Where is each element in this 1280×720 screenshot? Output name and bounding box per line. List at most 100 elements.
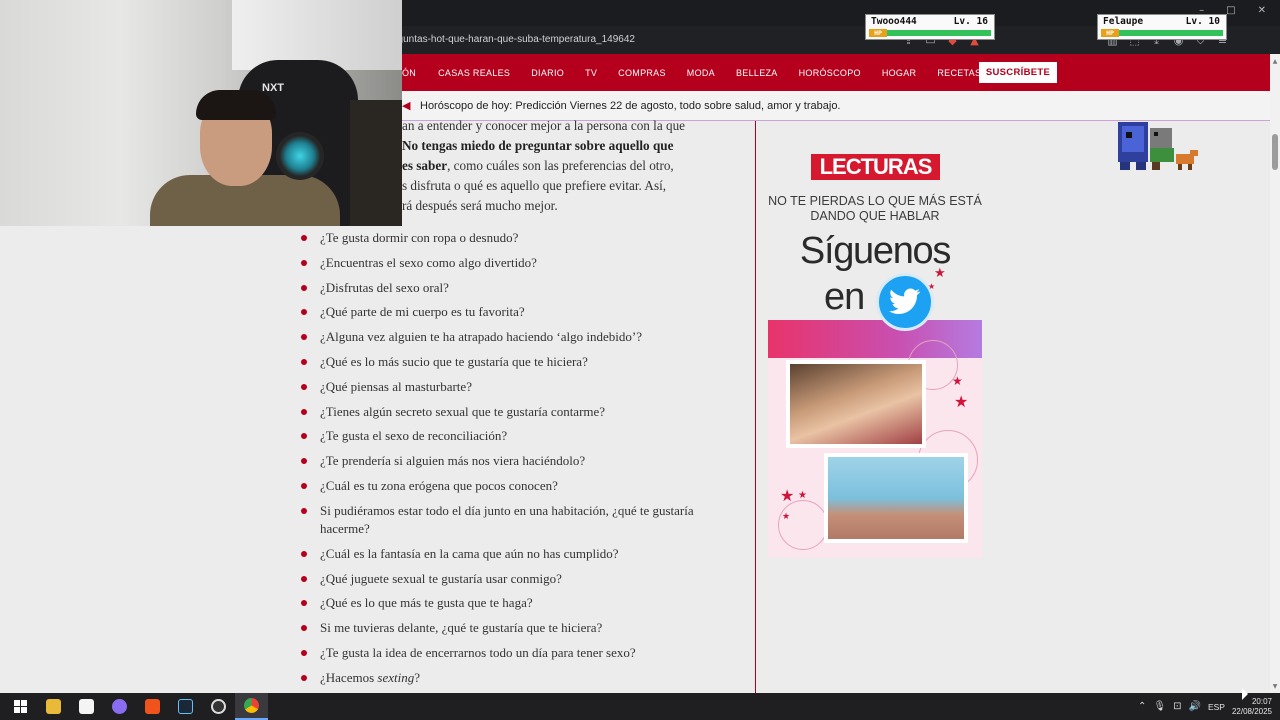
address-bar[interactable]: eguntas-hot-que-haran-que-suba-temperatu… <box>392 30 892 50</box>
taskbar-steam[interactable] <box>169 693 202 720</box>
headphone-icon <box>276 132 324 180</box>
player-level: Lv. 10 <box>1185 16 1220 27</box>
list-item: ¿Disfrutas del sexo oral? <box>300 279 740 297</box>
taskbar-apps <box>4 693 268 720</box>
clock[interactable]: 20:07 22/08/2025 <box>1232 697 1272 717</box>
brave-icon <box>145 699 160 714</box>
megaphone-icon: ◀ <box>402 99 411 112</box>
nav-item-hogar[interactable]: HOGAR <box>882 68 917 78</box>
webcam-overlay: NXT <box>0 0 402 226</box>
player-name: Felaupe <box>1103 16 1144 27</box>
scrollbar-thumb[interactable] <box>1272 134 1278 170</box>
list-item: ¿Te prendería si alguien más nos viera h… <box>300 452 740 470</box>
nav-item-horoscopo[interactable]: HORÓSCOPO <box>799 68 861 78</box>
windows-logo-icon <box>14 700 27 713</box>
webcam-person-hair <box>196 90 276 120</box>
taskbar-obs[interactable] <box>202 693 235 720</box>
language-indicator[interactable]: ESP <box>1208 702 1225 712</box>
windows-taskbar: ⌃ 🎙 ⊡ 🔊 ESP 20:07 22/08/2025 <box>0 693 1280 720</box>
list-item: Si me tuvieras delante, ¿qué te gustaría… <box>300 619 740 637</box>
intro-line: es saber, como cuáles son las preferenci… <box>402 158 674 174</box>
taskbar-brave[interactable] <box>136 693 169 720</box>
intro-line: rá después será mucho mejor. <box>402 198 558 213</box>
pixel-character-icon <box>1118 122 1198 170</box>
microphone-icon[interactable]: 🎙 <box>1153 701 1166 712</box>
mouse-cursor-icon <box>1242 688 1248 700</box>
nav-item-compras[interactable]: COMPRAS <box>618 68 666 78</box>
network-icon[interactable]: ⊡ <box>1173 701 1181 712</box>
nav-item-casas-reales[interactable]: CASAS REALES <box>438 68 510 78</box>
list-item: ¿Encuentras el sexo como algo divertido? <box>300 254 740 272</box>
star-icon: ★ <box>780 486 795 505</box>
intro-bold: No tengas miedo de preguntar sobre aquel… <box>402 138 674 153</box>
intro-line: s disfruta o qué es aquello que prefiere… <box>402 178 667 193</box>
star-icon: ★ <box>934 266 946 281</box>
lecturas-logo: LECTURAS <box>811 154 940 180</box>
clock-date: 22/08/2025 <box>1231 706 1272 716</box>
list-item: ¿Qué parte de mi cuerpo es tu favorita? <box>300 303 740 321</box>
list-item: ¿Hacemos sexting? <box>300 669 740 687</box>
star-icon: ★ <box>952 374 963 388</box>
taskbar-messenger[interactable] <box>103 693 136 720</box>
page-scrollbar[interactable]: ▲ ▼ <box>1270 54 1280 693</box>
nav-item-moda[interactable]: MODA <box>687 68 715 78</box>
nav-item-belleza[interactable]: BELLEZA <box>736 68 778 78</box>
start-button[interactable] <box>4 693 37 720</box>
list-item: ¿Te gusta el sexo de reconciliación? <box>300 427 740 445</box>
taskbar-chrome[interactable] <box>235 693 268 720</box>
player-hud-1: Twooo444 Lv. 16 HP <box>865 14 995 40</box>
webcam-background <box>350 100 402 226</box>
taskbar-file-explorer[interactable] <box>37 693 70 720</box>
player-hud-2: Felaupe Lv. 10 HP <box>1097 14 1227 40</box>
list-item: ¿Cuál es tu zona erógena que pocos conoc… <box>300 477 740 495</box>
nav-item-diario[interactable]: DIARIO <box>531 68 564 78</box>
decor-ring <box>778 500 828 550</box>
obs-icon <box>211 699 226 714</box>
list-item: ¿Tienes algún secreto sexual que te gust… <box>300 403 740 421</box>
ad-headline-en: en <box>824 276 865 318</box>
clock-time: 20:07 <box>1251 696 1272 706</box>
question-text: ? <box>414 669 420 685</box>
list-item: ¿Qué es lo que más te gusta que te haga? <box>300 594 740 612</box>
question-text: ¿Hacemos <box>320 669 378 685</box>
twitter-bird-icon <box>876 273 934 331</box>
store-icon <box>79 699 94 714</box>
steam-icon <box>178 699 193 714</box>
nav-item-tv[interactable]: TV <box>585 68 597 78</box>
ad-tagline: NO TE PIERDAS LO QUE MÁS ESTÁ DANDO QUE … <box>768 194 982 223</box>
hp-bar-fill <box>887 30 991 36</box>
volume-icon[interactable]: 🔊 <box>1188 701 1200 712</box>
ad-headline: Síguenos <box>799 230 951 272</box>
chrome-icon <box>244 698 259 713</box>
close-window-button[interactable]: ✕ <box>1258 5 1266 16</box>
chevron-up-icon[interactable]: ⌃ <box>1138 701 1146 712</box>
questions-list: ¿Te gusta dormir con ropa o desnudo? ¿En… <box>300 229 740 694</box>
list-item: ¿Te gusta la idea de encerrarnos todo un… <box>300 644 740 662</box>
question-italic: sexting <box>377 669 415 685</box>
celebrity-photo <box>786 360 926 448</box>
hp-label: HP <box>1101 29 1119 37</box>
list-item: ¿Cuál es la fantasía en la cama que aún … <box>300 545 740 563</box>
hp-bar-fill <box>1119 30 1223 36</box>
list-item: ¿Alguna vez alguien te ha atrapado hacie… <box>300 328 740 346</box>
nav-item-recetas[interactable]: RECETAS <box>937 68 981 78</box>
intro-line: No tengas miedo de preguntar sobre aquel… <box>402 138 673 154</box>
scroll-down-icon[interactable]: ▼ <box>1271 683 1279 690</box>
subscribe-button[interactable]: SUSCRÍBETE <box>979 62 1057 83</box>
nav-items: ÓN CASAS REALES DIARIO TV COMPRAS MODA B… <box>402 54 1002 91</box>
hp-bar <box>887 30 991 36</box>
twitter-ad[interactable]: LECTURAS NO TE PIERDAS LO QUE MÁS ESTÁ D… <box>768 150 982 558</box>
scroll-up-icon[interactable]: ▲ <box>1271 58 1279 65</box>
nav-item-partial[interactable]: ÓN <box>402 68 416 78</box>
column-divider <box>755 121 756 693</box>
player-level: Lv. 16 <box>953 16 988 27</box>
maximize-button[interactable]: □ <box>1226 5 1235 16</box>
player-name: Twooo444 <box>871 16 917 27</box>
banner-text[interactable]: Horóscopo de hoy: Predicción Viernes 22 … <box>420 91 841 121</box>
intro-text: , como cuáles son las preferencias del o… <box>447 158 674 173</box>
taskbar-store[interactable] <box>70 693 103 720</box>
star-icon: ★ <box>954 392 969 411</box>
list-item: ¿Qué juguete sexual te gustaría usar con… <box>300 570 740 588</box>
folder-icon <box>46 699 61 714</box>
hp-label: HP <box>869 29 887 37</box>
